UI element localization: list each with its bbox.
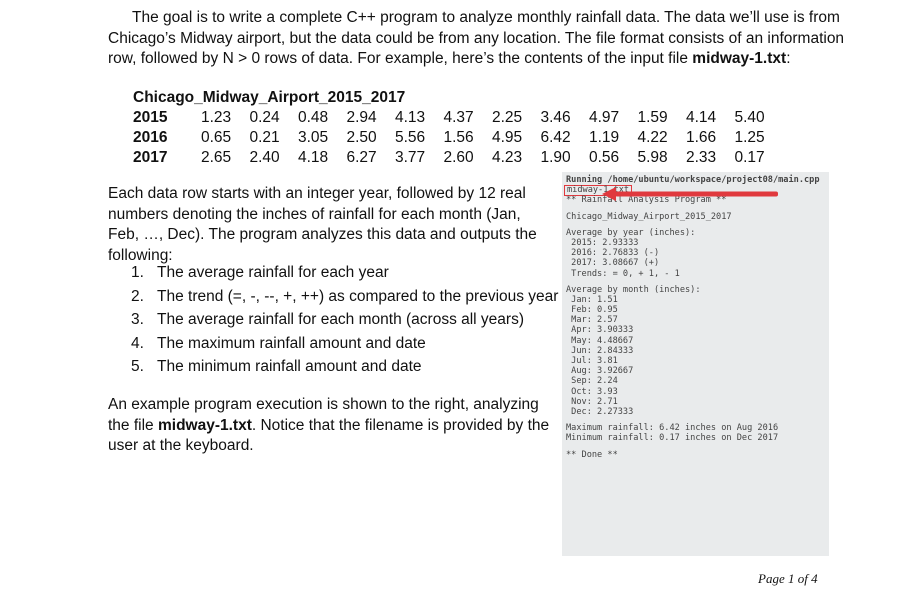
rainfall-value: 2.40 xyxy=(249,149,280,166)
description-paragraph: Each data row starts with an integer yea… xyxy=(108,185,537,264)
rainfall-value: 0.21 xyxy=(249,129,280,146)
intro-text-end: : xyxy=(786,50,791,67)
console-max: Maximum rainfall: 6.42 inches on Aug 201… xyxy=(566,423,779,434)
console-min: Minimum rainfall: 0.17 inches on Dec 201… xyxy=(566,433,779,444)
console-line: Feb: 0.95 xyxy=(566,305,618,316)
intro-filename: midway-1.txt xyxy=(692,50,787,67)
rainfall-value: 0.48 xyxy=(298,109,329,126)
data-row: 2015 1.23 0.24 0.48 2.94 4.13 4.37 2.25 3.46 4.97… xyxy=(133,108,783,128)
row-year: 2015 xyxy=(133,109,168,126)
console-line: Jun: 2.84333 xyxy=(566,345,634,356)
data-row: 2016 0.65 0.21 3.05 2.50 5.56 1.56 4.95 6.42 1.19… xyxy=(133,128,783,148)
rainfall-value: 1.59 xyxy=(637,109,668,126)
list-item: 4. The maximum rainfall amount and date xyxy=(131,334,426,352)
rainfall-value: 4.22 xyxy=(637,129,668,146)
example-paragraph: An example program execution is shown to… xyxy=(108,396,550,454)
console-output: Running /home/ubuntu/workspace/project08… xyxy=(562,172,829,556)
console-line: Aug: 3.92667 xyxy=(566,366,634,377)
console-line: Sep: 2.24 xyxy=(566,376,618,387)
rainfall-value: 4.14 xyxy=(686,109,717,126)
rainfall-value: 2.25 xyxy=(492,109,523,126)
console-avg-year-title: Average by year (inches): xyxy=(566,227,696,238)
rainfall-value: 0.24 xyxy=(249,109,280,126)
console-line: 2015: 2.93333 xyxy=(566,237,639,248)
rainfall-value: 0.56 xyxy=(589,149,620,166)
rainfall-value: 2.60 xyxy=(443,149,474,166)
console-avg-month-title: Average by month (inches): xyxy=(566,284,701,295)
list-item: 1. The average rainfall for each year xyxy=(131,264,389,281)
rainfall-value: 3.77 xyxy=(395,149,426,166)
console-line: Apr: 3.90333 xyxy=(566,325,634,336)
data-file-title: Chicago_Midway_Airport_2015_2017 xyxy=(133,89,406,106)
console-line: Dec: 2.27333 xyxy=(566,406,634,417)
console-line: Mar: 2.57 xyxy=(566,315,618,326)
arrow-annotation-icon xyxy=(602,187,778,201)
rainfall-value: 4.95 xyxy=(492,129,523,146)
console-line: Jan: 1.51 xyxy=(566,294,618,305)
rainfall-value: 5.56 xyxy=(395,129,426,146)
rainfall-value: 4.37 xyxy=(443,109,474,126)
rainfall-value: 1.23 xyxy=(201,109,232,126)
rainfall-value: 4.13 xyxy=(395,109,426,126)
rainfall-value: 0.17 xyxy=(734,149,765,166)
rainfall-value: 1.66 xyxy=(686,129,717,146)
rainfall-value: 5.40 xyxy=(734,109,765,126)
rainfall-value: 4.18 xyxy=(298,149,329,166)
rainfall-value: 1.56 xyxy=(443,129,474,146)
list-item: 5. The minimum rainfall amount and date xyxy=(131,358,422,375)
rainfall-value: 0.65 xyxy=(201,129,232,146)
console-line: 2016: 2.76833 (-) xyxy=(566,248,660,259)
console-line: Nov: 2.71 xyxy=(566,396,618,407)
list-item: 3. The average rainfall for each month (a… xyxy=(131,311,524,328)
intro-paragraph: The goal is to write a complete C++ prog… xyxy=(108,8,868,70)
console-line: Jul: 3.81 xyxy=(566,356,618,366)
rainfall-value: 1.19 xyxy=(589,129,620,146)
console-line: Oct: 3.93 xyxy=(566,386,618,397)
data-row: 2017 2.65 2.40 4.18 6.27 3.77 2.60 4.23 1.90 0.56… xyxy=(133,148,783,168)
rainfall-value: 4.97 xyxy=(589,109,620,126)
rainfall-value: 2.65 xyxy=(201,149,232,166)
rainfall-value: 6.27 xyxy=(346,149,377,166)
console-line: 2017: 3.08667 (+) xyxy=(566,258,660,269)
rainfall-value: 6.42 xyxy=(540,129,571,146)
rainfall-value: 2.33 xyxy=(686,149,717,166)
console-header: Chicago_Midway_Airport_2015_2017 xyxy=(566,211,732,222)
console-running-line: Running /home/ubuntu/workspace/project08… xyxy=(566,175,820,185)
console-line: May: 4.48667 xyxy=(566,335,634,346)
console-trends: Trends: = 0, + 1, - 1 xyxy=(566,268,680,279)
rainfall-value: 4.23 xyxy=(492,149,523,166)
input-file-contents: Chicago_Midway_Airport_2015_2017 2015 1.2… xyxy=(133,88,783,168)
rainfall-value: 3.46 xyxy=(540,109,571,126)
rainfall-value: 1.25 xyxy=(734,129,765,146)
example-filename: midway-1.txt xyxy=(157,416,252,434)
row-year: 2017 xyxy=(133,149,168,166)
rainfall-value: 5.98 xyxy=(637,149,668,166)
list-item: 2. The trend (=, -, --, +, ++) as compare… xyxy=(131,287,559,305)
rainfall-value: 3.05 xyxy=(298,129,329,146)
rainfall-value: 1.90 xyxy=(540,149,571,166)
output-list: 1. The average rainfall for each year 2. T… xyxy=(131,261,558,379)
page-number: Page 1 of 4 xyxy=(758,571,818,586)
console-done: ** Done ** xyxy=(566,449,618,460)
rainfall-value: 2.94 xyxy=(346,109,377,126)
rainfall-value: 2.50 xyxy=(346,129,377,146)
row-year: 2016 xyxy=(133,129,168,146)
